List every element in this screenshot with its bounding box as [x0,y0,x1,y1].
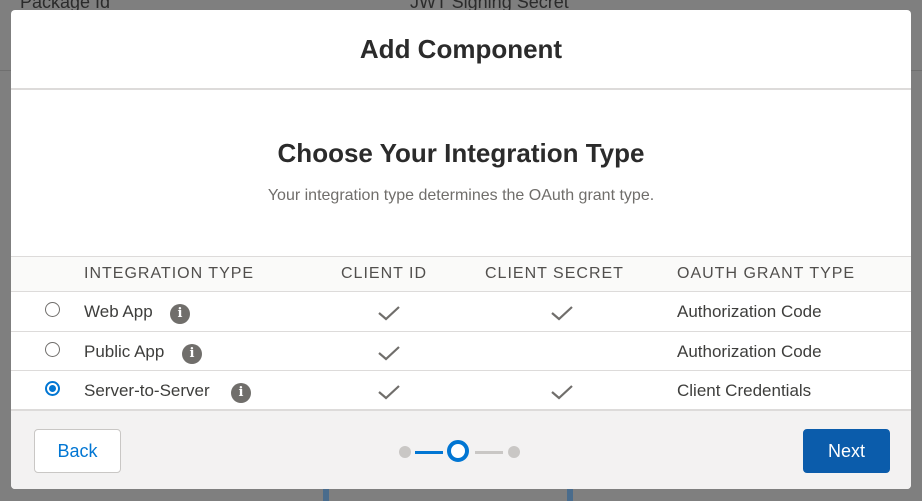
section-subtitle: Your integration type determines the OAu… [267,187,655,204]
info-icon[interactable]: i [231,383,251,403]
modal-title: Add Component [359,33,563,64]
step-1-indicator [399,446,411,458]
next-button[interactable]: Next [803,429,890,473]
column-header-client-id: CLIENT ID [341,265,428,282]
column-header-oauth-grant-type: OAUTH GRANT TYPE [677,265,856,282]
table-row[interactable]: Server-to-Server i Client Credentials [11,370,911,410]
radio-web-app[interactable] [45,302,60,317]
checkmark-icon [551,306,573,321]
add-component-modal: Add Component Choose Your Integration Ty… [11,10,911,489]
column-header-client-secret: CLIENT SECRET [485,265,624,282]
integration-name: Web App [84,302,153,321]
table-row[interactable]: Public App i Authorization Code [11,330,911,371]
grant-type: Client Credentials [677,381,812,400]
background-scroll-edge [323,489,329,501]
checkmark-icon [378,385,400,400]
grant-type: Authorization Code [677,341,822,361]
checkmark-icon [378,345,400,360]
section-title: Choose Your Integration Type [277,138,645,168]
radio-server-to-server[interactable] [45,381,60,396]
table-row[interactable]: Web App i Authorization Code [11,291,911,331]
integration-name: Server-to-Server [84,381,210,400]
background-scroll-edge [567,489,573,501]
integration-type-table: INTEGRATION TYPE CLIENT ID CLIENT SECRET… [11,256,911,410]
table-header: INTEGRATION TYPE CLIENT ID CLIENT SECRET… [11,256,911,291]
grant-type: Authorization Code [677,302,822,321]
info-icon[interactable]: i [170,304,190,324]
modal-body: Choose Your Integration Type Your integr… [11,138,911,205]
radio-public-app[interactable] [45,341,60,357]
progress-bar-complete [415,451,443,454]
modal-footer: Back Next [11,409,911,489]
info-icon[interactable]: i [182,343,202,364]
progress-stepper [395,439,525,463]
progress-bar-incomplete [475,451,503,454]
step-3-indicator [508,446,520,458]
modal-header: Add Component [11,10,911,90]
checkmark-icon [551,385,573,400]
column-header-integration-type: INTEGRATION TYPE [84,265,255,282]
back-button[interactable]: Back [34,429,121,473]
checkmark-icon [378,306,400,321]
step-2-indicator-active [447,440,469,462]
integration-name: Public App [84,341,165,361]
